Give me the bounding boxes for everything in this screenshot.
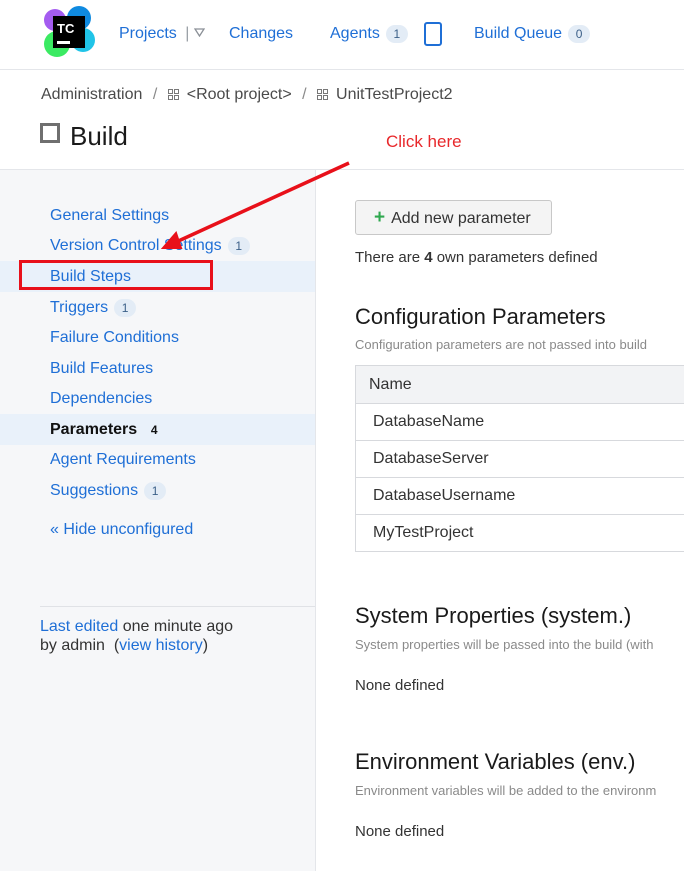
annotation-click-here: Click here <box>386 132 462 151</box>
nav-build-queue-label[interactable]: Build Queue <box>474 25 562 42</box>
nav-agents-label[interactable]: Agents <box>330 25 380 42</box>
sidebar-item-parameters[interactable]: Parameters 4 <box>0 414 315 445</box>
annotation-highlight-box <box>19 260 213 290</box>
sidebar-item-suggestions[interactable]: Suggestions 1 <box>0 475 315 506</box>
system-properties-title: System Properties (system.) <box>355 603 632 628</box>
chevron-down-icon[interactable] <box>193 28 206 38</box>
breadcrumb: Administration / <Root project> / UnitTe… <box>41 86 453 104</box>
page-title-text: Build <box>70 121 128 151</box>
sidebar-item-label[interactable]: Agent Requirements <box>50 451 196 468</box>
nav-changes[interactable]: Changes <box>229 24 293 44</box>
sidebar-item-label[interactable]: Build Features <box>50 360 153 377</box>
nav-projects[interactable]: Projects | <box>119 24 206 44</box>
sidebar-item-label[interactable]: General Settings <box>50 207 169 224</box>
breadcrumb-unit-test-project[interactable]: UnitTestProject2 <box>336 86 453 103</box>
last-edited-time: one minute ago <box>118 618 234 635</box>
sidebar-item-version-control-settings[interactable]: Version Control Settings 1 <box>0 230 315 261</box>
sidebar-item-label[interactable]: Failure Conditions <box>50 329 179 346</box>
build-queue-count-badge: 0 <box>568 24 591 43</box>
sidebar-item-badge: 1 <box>114 298 137 317</box>
configuration-parameters-desc: Configuration parameters are not passed … <box>355 337 647 352</box>
sidebar-item-label[interactable]: Dependencies <box>50 390 152 407</box>
nav-projects-label[interactable]: Projects <box>119 25 177 42</box>
sidebar-item-build-features[interactable]: Build Features <box>0 353 315 384</box>
own-count-prefix: There are <box>355 249 425 266</box>
nav-agents[interactable]: Agents 1 <box>330 24 408 44</box>
top-navigation-bar: TC Projects | Changes Agents 1 Build Queu… <box>0 0 684 70</box>
own-count-value: 4 <box>424 249 433 266</box>
column-header-name[interactable]: Name <box>355 365 684 404</box>
nav-projects-separator: | <box>185 25 190 42</box>
parameter-name[interactable]: MyTestProject <box>355 514 684 552</box>
sidebar-item-badge: 1 <box>227 236 250 255</box>
configuration-parameters-title: Configuration Parameters <box>355 304 606 329</box>
agent-status-icon[interactable] <box>424 22 442 46</box>
build-config-icon <box>40 123 60 143</box>
sidebar-item-badge: 4 <box>150 422 158 437</box>
breadcrumb-administration[interactable]: Administration <box>41 86 142 103</box>
add-new-parameter-label: Add new parameter <box>391 210 531 227</box>
last-edited-info: Last edited one minute ago by admin (vie… <box>40 618 234 654</box>
sidebar-item-agent-requirements[interactable]: Agent Requirements <box>0 444 315 475</box>
environment-variables-none: None defined <box>355 823 445 840</box>
last-edited-link[interactable]: Last edited <box>40 618 118 635</box>
agents-count-badge: 1 <box>385 24 408 43</box>
nav-build-queue[interactable]: Build Queue 0 <box>474 24 591 44</box>
sidebar-item-label[interactable]: Triggers <box>50 299 108 316</box>
breadcrumb-separator: / <box>302 86 307 103</box>
edited-by: by admin <box>40 637 105 654</box>
sidebar-item-label[interactable]: Suggestions <box>50 482 138 499</box>
own-count-suffix: own parameters defined <box>432 249 598 266</box>
sidebar-divider <box>40 606 315 607</box>
plus-icon: + <box>374 207 386 228</box>
page-title: Build <box>40 121 128 151</box>
parameter-name[interactable]: DatabaseName <box>355 403 684 441</box>
table-row[interactable]: MyTestProject <box>355 514 684 552</box>
sidebar-item-triggers[interactable]: Triggers 1 <box>0 292 315 323</box>
environment-variables-desc: Environment variables will be added to t… <box>355 783 657 798</box>
sidebar-item-dependencies[interactable]: Dependencies <box>0 383 315 414</box>
add-new-parameter-button[interactable]: + Add new parameter <box>355 200 552 235</box>
sidebar-item-general-settings[interactable]: General Settings <box>0 200 315 231</box>
environment-variables-title: Environment Variables (env.) <box>355 749 636 774</box>
system-properties-none: None defined <box>355 677 445 694</box>
sidebar-item-label[interactable]: Version Control Settings <box>50 237 222 254</box>
configuration-parameters-table: Name DatabaseName DatabaseServer Databas… <box>355 365 684 552</box>
teamcity-logo[interactable]: TC <box>43 6 95 58</box>
table-row[interactable]: DatabaseUsername <box>355 477 684 515</box>
logo-text: TC <box>57 21 75 36</box>
parameter-name[interactable]: DatabaseServer <box>355 440 684 478</box>
project-grid-icon <box>167 89 179 100</box>
sidebar-item-failure-conditions[interactable]: Failure Conditions <box>0 322 315 353</box>
own-parameters-count: There are 4 own parameters defined <box>355 249 598 266</box>
system-properties-desc: System properties will be passed into th… <box>355 637 654 652</box>
sidebar-item-badge: 1 <box>144 481 167 500</box>
table-row[interactable]: DatabaseName <box>355 403 684 441</box>
breadcrumb-root-project[interactable]: <Root project> <box>187 86 292 103</box>
breadcrumb-separator: / <box>152 86 158 103</box>
hide-unconfigured-link[interactable]: « Hide unconfigured <box>0 514 315 545</box>
table-row[interactable]: DatabaseServer <box>355 440 684 478</box>
parameter-name[interactable]: DatabaseUsername <box>355 477 684 515</box>
project-grid-icon <box>317 89 329 100</box>
sidebar-item-label[interactable]: Parameters <box>50 421 137 438</box>
view-history-link[interactable]: view history <box>119 637 203 654</box>
table-header-row: Name <box>355 365 684 404</box>
